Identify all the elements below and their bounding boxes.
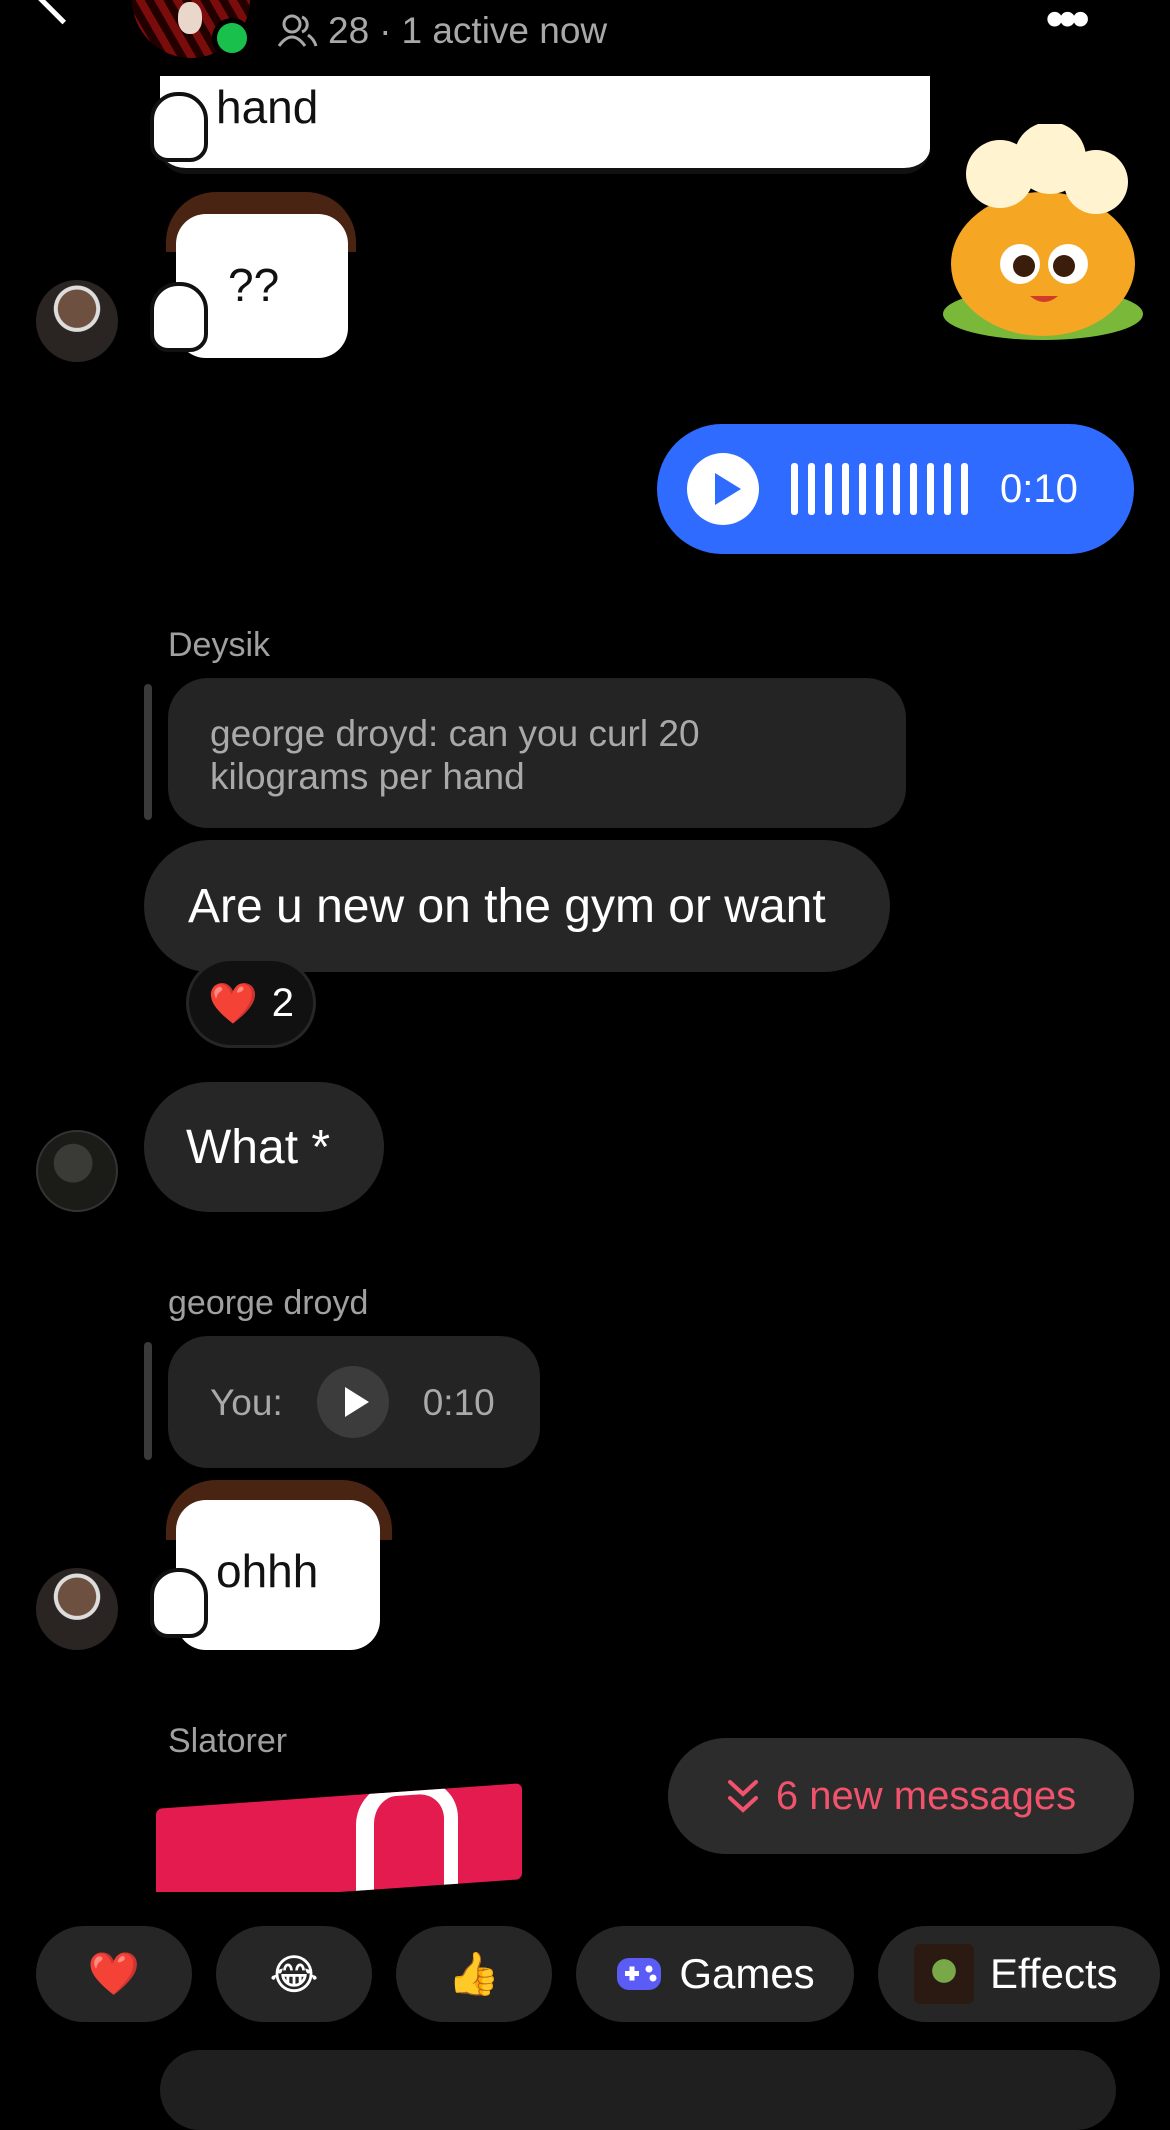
new-messages-label: 6 new messages bbox=[775, 1773, 1077, 1818]
play-icon[interactable] bbox=[316, 1366, 389, 1438]
popcorn-sticker[interactable] bbox=[940, 124, 1146, 344]
waving-hand-icon bbox=[150, 282, 208, 352]
online-status-dot bbox=[212, 18, 252, 58]
sender-name: Slatorer bbox=[168, 1722, 288, 1760]
message-bubble[interactable]: What * bbox=[144, 1082, 384, 1212]
gamepad-icon bbox=[617, 1958, 662, 1990]
sticker-text: ?? bbox=[228, 259, 280, 311]
quick-laugh-button[interactable]: 😂 bbox=[216, 1926, 372, 2022]
member-count: 28 bbox=[328, 10, 370, 51]
waving-hand-icon bbox=[150, 92, 208, 162]
waving-hand-icon bbox=[150, 1568, 208, 1638]
effects-thumbnail-icon bbox=[914, 1944, 974, 2004]
voice-duration: 0:10 bbox=[1000, 466, 1078, 511]
active-status: 1 active now bbox=[401, 10, 608, 51]
quote-duration: 0:10 bbox=[422, 1381, 495, 1423]
effects-button[interactable]: Effects bbox=[878, 1926, 1160, 2022]
message-input[interactable] bbox=[160, 2050, 1116, 2130]
sticker-text: ohhh bbox=[216, 1545, 319, 1597]
quote-prefix: You: bbox=[210, 1381, 283, 1423]
games-label: Games bbox=[679, 1950, 815, 1997]
reaction-count: 2 bbox=[271, 980, 295, 1025]
message-bubble[interactable]: Are u new on the gym or want bbox=[144, 840, 890, 972]
sender-avatar[interactable] bbox=[36, 280, 118, 362]
sticker-text: hand bbox=[216, 81, 319, 133]
quoted-message[interactable]: george droyd: can you curl 20 kilograms … bbox=[168, 678, 906, 828]
shared-video-card[interactable] bbox=[156, 1783, 522, 1905]
reaction-pill[interactable]: ❤️ 2 bbox=[186, 958, 316, 1048]
quick-thumbs-button[interactable]: 👍 bbox=[396, 1926, 552, 2022]
double-chevron-down-icon bbox=[727, 1780, 758, 1813]
quote-bar bbox=[144, 1342, 152, 1460]
effects-label: Effects bbox=[990, 1950, 1118, 1997]
back-chevron-icon[interactable] bbox=[30, 0, 95, 25]
sender-name: george droyd bbox=[168, 1284, 369, 1322]
quick-actions-bar: ❤️ 😂 👍 Games Effects bbox=[0, 1926, 1170, 2026]
new-messages-button[interactable]: 6 new messages bbox=[668, 1738, 1134, 1854]
waveform-icon bbox=[791, 463, 968, 515]
message-text: What * bbox=[186, 1120, 331, 1174]
quoted-voice-message[interactable]: You: 0:10 bbox=[168, 1336, 540, 1468]
group-subheader: 28 · 1 active now bbox=[276, 8, 607, 54]
quick-heart-button[interactable]: ❤️ bbox=[36, 1926, 192, 2022]
games-button[interactable]: Games bbox=[576, 1926, 854, 2022]
sender-avatar[interactable] bbox=[36, 1130, 118, 1212]
message-text: Are u new on the gym or want bbox=[188, 879, 826, 933]
thumbs-up-icon: 👍 bbox=[447, 1949, 501, 1997]
quote-text: george droyd: can you curl 20 kilograms … bbox=[210, 713, 700, 797]
heart-icon: ❤️ bbox=[87, 1949, 141, 1997]
quote-bar bbox=[144, 684, 152, 820]
voice-message[interactable]: 0:10 bbox=[657, 424, 1134, 554]
sticker-hand-message[interactable]: hand bbox=[160, 76, 930, 174]
members-icon bbox=[277, 14, 318, 47]
sender-name: Deysik bbox=[168, 626, 271, 664]
heart-icon: ❤️ bbox=[207, 981, 258, 1026]
sender-avatar[interactable] bbox=[36, 1568, 118, 1650]
sticker-ohhh-message[interactable]: ohhh bbox=[176, 1500, 380, 1650]
separator-dot: · bbox=[379, 10, 392, 51]
laugh-icon: 😂 bbox=[269, 1950, 319, 1998]
play-icon[interactable] bbox=[687, 453, 759, 525]
more-options-icon[interactable]: ••• bbox=[1045, 0, 1090, 50]
